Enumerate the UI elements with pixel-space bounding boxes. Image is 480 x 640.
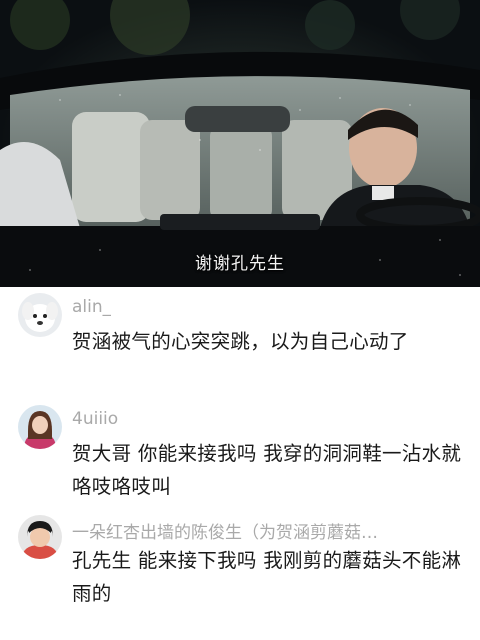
girl-avatar[interactable] bbox=[18, 405, 62, 449]
comment-username[interactable]: 一朵红杏出墙的陈俊生（为贺涵剪蘑菇… bbox=[72, 518, 378, 543]
child-avatar[interactable] bbox=[18, 515, 62, 559]
comment-text: 贺大哥 你能来接我吗 我穿的洞洞鞋一沾水就咯吱咯吱叫 bbox=[72, 442, 462, 498]
video-subtitle: 谢谢孔先生 bbox=[195, 254, 285, 274]
comment-text: 孔先生 能来接下我吗 我刚剪的蘑菇头不能淋雨的 bbox=[72, 549, 462, 605]
white-dog-avatar[interactable] bbox=[18, 293, 62, 337]
comment-text: 贺涵被气的心突突跳，以为自己心动了 bbox=[72, 330, 409, 353]
car-scene-image bbox=[0, 0, 480, 287]
comment-username[interactable]: alin_ bbox=[72, 297, 111, 317]
comment-item[interactable]: 一朵红杏出墙的陈俊生（为贺涵剪蘑菇… 孔先生 能来接下我吗 我刚剪的蘑菇头不能淋… bbox=[0, 512, 480, 640]
video-frame[interactable]: 谢谢孔先生 bbox=[0, 0, 480, 287]
comment-username[interactable]: 4uiiio bbox=[72, 409, 118, 429]
comment-item[interactable]: alin_ 贺涵被气的心突突跳，以为自己心动了 bbox=[0, 287, 480, 399]
comment-item[interactable]: 4uiiio 贺大哥 你能来接我吗 我穿的洞洞鞋一沾水就咯吱咯吱叫 bbox=[0, 399, 480, 512]
comment-list: alin_ 贺涵被气的心突突跳，以为自己心动了 4uiiio 贺大哥 你能来接我… bbox=[0, 287, 480, 640]
